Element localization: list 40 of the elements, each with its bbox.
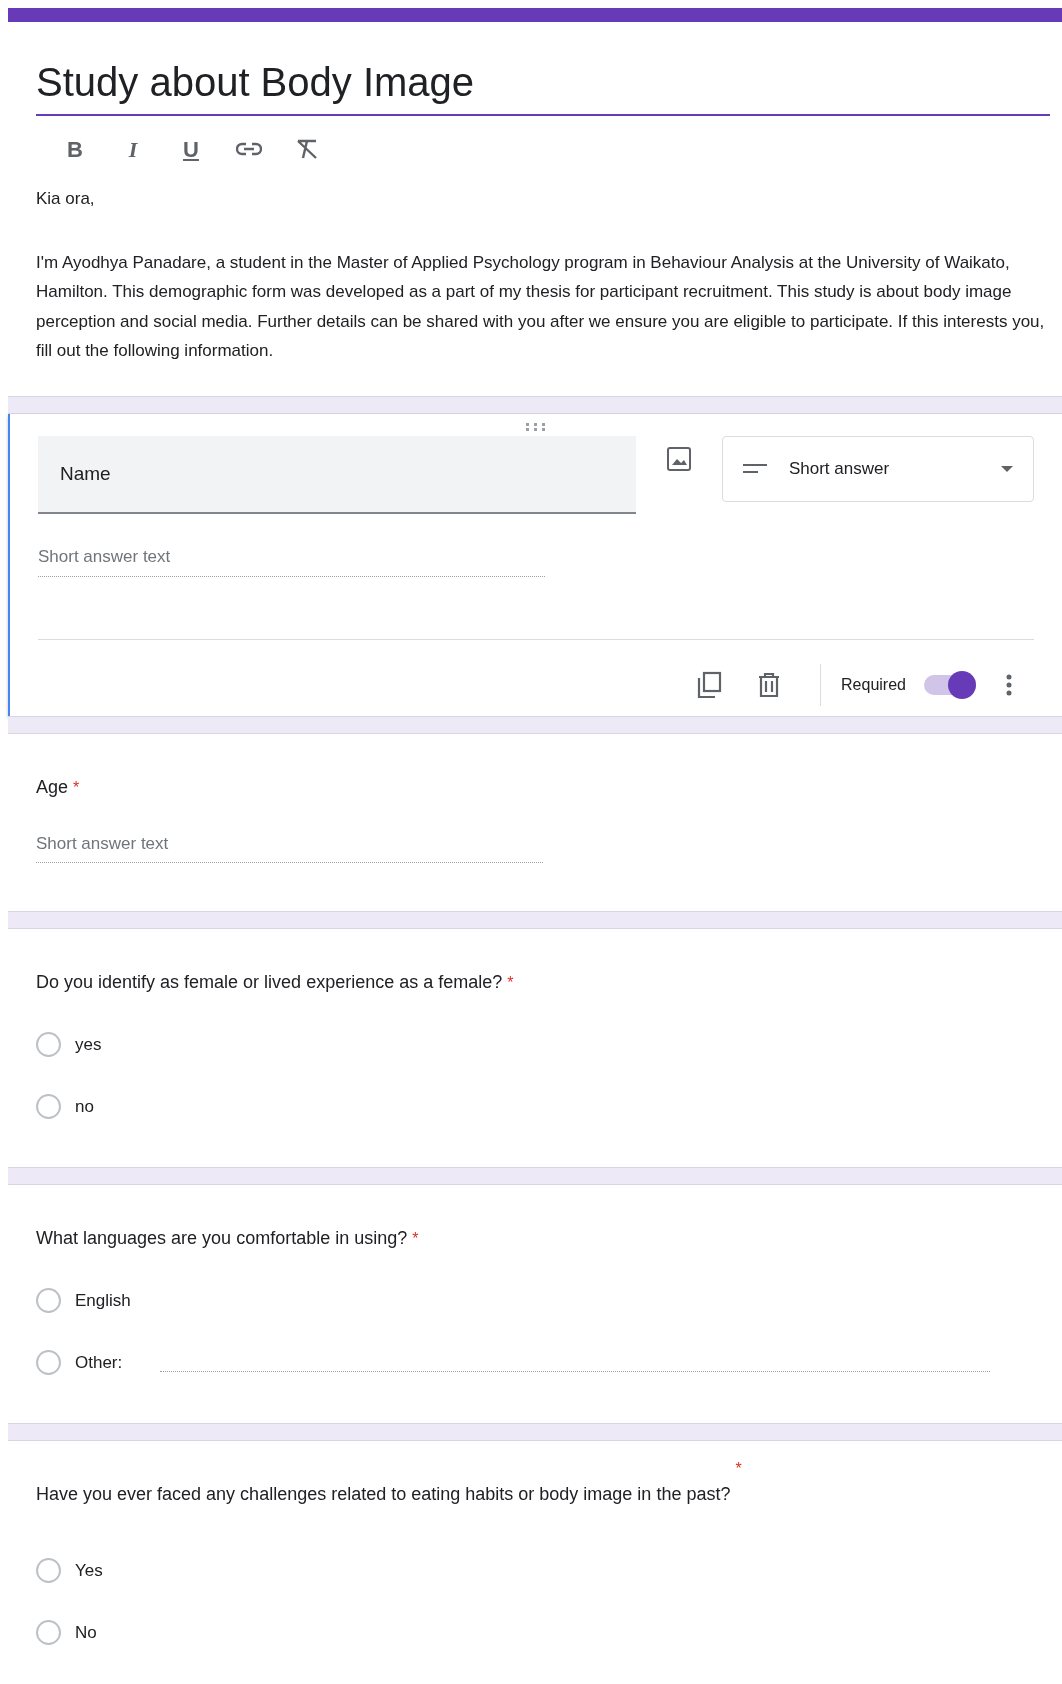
underline-button[interactable]: U: [174, 132, 208, 166]
bold-button[interactable]: B: [58, 132, 92, 166]
clear-format-icon: [295, 138, 319, 160]
answer-field: Short answer text: [36, 830, 543, 863]
description-text: I'm Ayodhya Panadare, a student in the Master of Applied Psychology program in Behaviour Analysis at the University of Waikato, Hamilton. This demographic form was developed as a part of my thesis for participant recruitment. This study is about body image perception and social media. Further details can be shared with you after we ensure you are eligible to participate. If this interests you, fill out the following information.: [36, 251, 1046, 362]
question-title: Have you ever faced any challenges related to eating habits or body image in the past?: [36, 1483, 731, 1506]
answer-field: Short answer text: [38, 544, 545, 577]
short-text-icon: [742, 463, 767, 474]
radio-button[interactable]: [36, 1288, 61, 1314]
option-label: Other:: [75, 1351, 123, 1374]
question-title: Age: [36, 776, 69, 797]
drag-handle-icon: [525, 421, 547, 432]
required-asterisk: *: [73, 778, 80, 796]
image-icon: [665, 445, 692, 472]
required-asterisk: *: [507, 974, 514, 991]
trash-icon: [758, 672, 781, 697]
required-asterisk: *: [735, 1459, 742, 1479]
more-icon: [1006, 673, 1012, 696]
question-type-dropdown[interactable]: Short answer: [721, 435, 1034, 502]
option-label: Yes: [75, 1560, 103, 1582]
required-asterisk: *: [412, 1230, 419, 1247]
option-label: no: [75, 1095, 94, 1118]
radio-button[interactable]: [36, 1032, 61, 1058]
required-label: Required: [841, 674, 906, 695]
option-label: yes: [75, 1034, 102, 1056]
greeting-text: Kia ora,: [36, 188, 96, 210]
caret-icon: [1001, 465, 1013, 472]
question-title: Do you identify as female or lived experience as a female?: [36, 972, 503, 992]
radio-button[interactable]: [36, 1093, 61, 1119]
question-title: What languages are you comfortable in using?: [36, 1228, 408, 1248]
radio-button[interactable]: [36, 1349, 61, 1375]
radio-button[interactable]: [36, 1558, 61, 1584]
italic-button[interactable]: I: [116, 132, 150, 166]
copy-icon: [696, 670, 723, 699]
form-title-field[interactable]: Study about Body Image: [36, 56, 1050, 116]
question-title-field[interactable]: Name: [38, 435, 636, 514]
link-icon: [236, 142, 262, 156]
radio-button[interactable]: [36, 1619, 61, 1645]
option-label: English: [75, 1290, 131, 1312]
option-label: No: [75, 1621, 97, 1644]
